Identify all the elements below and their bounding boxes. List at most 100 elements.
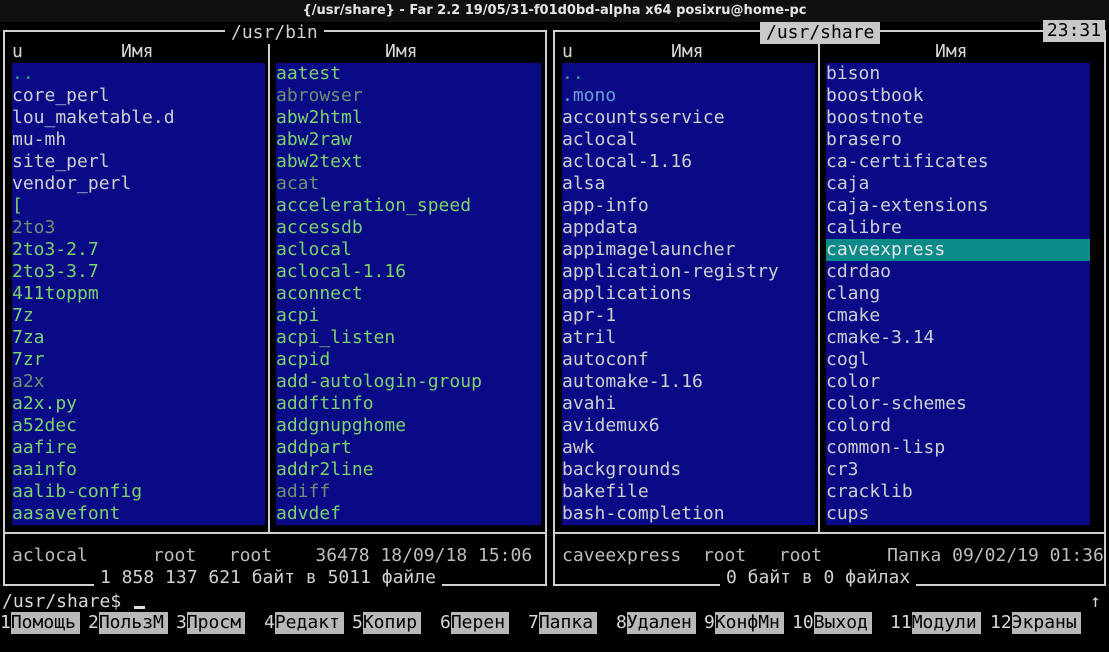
right-col-mark-header[interactable]: u <box>562 41 573 63</box>
file-list-item[interactable]: appimagelauncher <box>562 239 815 261</box>
file-list-item[interactable]: apr-1 <box>562 305 815 327</box>
file-list-item[interactable]: aclocal <box>276 239 541 261</box>
scroll-up-arrow-icon[interactable]: ↑ <box>1090 591 1101 613</box>
fkey-10[interactable]: 10 Выход <box>792 612 872 634</box>
file-list-item[interactable]: aclocal <box>562 129 815 151</box>
file-list-item[interactable]: caja-extensions <box>826 195 1090 217</box>
file-list-item[interactable]: acpi_listen <box>276 327 541 349</box>
file-list-item[interactable]: aasavefont <box>12 503 265 525</box>
file-list-item[interactable]: cdrdao <box>826 261 1090 283</box>
right-col1-name-header[interactable]: Имя <box>671 41 704 63</box>
file-list-item[interactable]: brasero <box>826 129 1090 151</box>
file-list-item[interactable]: accountsservice <box>562 107 815 129</box>
file-list-item[interactable]: application-registry <box>562 261 815 283</box>
file-list-item[interactable]: cmake-3.14 <box>826 327 1090 349</box>
file-list-item[interactable]: app-info <box>562 195 815 217</box>
fkey-11[interactable]: 11 Модули <box>890 612 981 634</box>
file-list-item[interactable]: site_perl <box>12 151 265 173</box>
file-list-item[interactable]: appdata <box>562 217 815 239</box>
file-list-item[interactable]: aclocal-1.16 <box>276 261 541 283</box>
file-list-item[interactable]: a2x <box>12 371 265 393</box>
file-list-item[interactable]: 7z <box>12 305 265 327</box>
file-list-item[interactable]: backgrounds <box>562 459 815 481</box>
file-list-item[interactable]: color-schemes <box>826 393 1090 415</box>
file-list-item[interactable]: 411toppm <box>12 283 265 305</box>
fkey-6[interactable]: 6 Перен <box>440 612 510 634</box>
fkey-3[interactable]: 3 Просм <box>176 612 246 634</box>
file-list-item[interactable]: addftinfo <box>276 393 541 415</box>
file-list-item[interactable]: boostbook <box>826 85 1090 107</box>
file-list-item[interactable]: colord <box>826 415 1090 437</box>
file-list-item[interactable]: common-lisp <box>826 437 1090 459</box>
file-list-item[interactable]: aatest <box>276 63 541 85</box>
file-list-item[interactable]: aclocal-1.16 <box>562 151 815 173</box>
file-list-item[interactable]: avidemux6 <box>562 415 815 437</box>
file-list-item[interactable]: caja <box>826 173 1090 195</box>
file-list-item[interactable]: addpart <box>276 437 541 459</box>
file-list-item[interactable]: 2to3-3.7 <box>12 261 265 283</box>
file-list-item[interactable]: 7za <box>12 327 265 349</box>
file-list-item[interactable]: caveexpress <box>826 239 1090 261</box>
file-list-item[interactable]: applications <box>562 283 815 305</box>
file-list-item[interactable]: color <box>826 371 1090 393</box>
file-list-item[interactable]: alsa <box>562 173 815 195</box>
fkey-8[interactable]: 8 Удален <box>616 612 696 634</box>
file-list-item[interactable]: autoconf <box>562 349 815 371</box>
file-list-item[interactable]: core_perl <box>12 85 265 107</box>
parent-dir-entry[interactable]: .. <box>562 63 815 85</box>
command-line[interactable]: /usr/share$ ↑ <box>0 591 1109 613</box>
file-list-item[interactable]: cr3 <box>826 459 1090 481</box>
file-list-item[interactable]: aalib-config <box>12 481 265 503</box>
left-panel-path[interactable]: /usr/bin <box>225 22 324 44</box>
right-panel-path[interactable]: /usr/share <box>760 22 881 44</box>
fkey-4[interactable]: 4 Редакт <box>264 612 344 634</box>
file-list-item[interactable]: bison <box>826 63 1090 85</box>
fkey-9[interactable]: 9 КонфМн <box>704 612 784 634</box>
right-col2-name-header[interactable]: Имя <box>935 41 968 63</box>
file-list-item[interactable]: cracklib <box>826 481 1090 503</box>
file-list-item[interactable]: awk <box>562 437 815 459</box>
file-list-item[interactable]: aconnect <box>276 283 541 305</box>
file-list-item[interactable]: acceleration_speed <box>276 195 541 217</box>
file-list-item[interactable]: abrowser <box>276 85 541 107</box>
file-list-item[interactable]: clang <box>826 283 1090 305</box>
file-list-item[interactable]: vendor_perl <box>12 173 265 195</box>
file-list-item[interactable]: advdef <box>276 503 541 525</box>
fkey-7[interactable]: 7 Папка <box>528 612 598 634</box>
left-panel[interactable]: /usr/bin u Имя Имя .. core_perl lou_maketa… <box>0 22 550 592</box>
left-col-mark-header[interactable]: u <box>12 41 23 63</box>
file-list-item[interactable]: abw2text <box>276 151 541 173</box>
file-list-item[interactable]: boostnote <box>826 107 1090 129</box>
file-list-item[interactable]: 7zr <box>12 349 265 371</box>
parent-dir-entry[interactable]: .. <box>12 63 265 85</box>
file-list-item[interactable]: atril <box>562 327 815 349</box>
file-list-item[interactable]: aafire <box>12 437 265 459</box>
file-list-item[interactable]: abw2raw <box>276 129 541 151</box>
fkey-12[interactable]: 12 Экраны <box>990 612 1081 634</box>
left-col1-name-header[interactable]: Имя <box>121 41 154 63</box>
fkey-5[interactable]: 5 Копир <box>352 612 422 634</box>
fkey-1[interactable]: 1 Помощь <box>0 612 80 634</box>
file-list-item[interactable]: adiff <box>276 481 541 503</box>
file-list-item[interactable]: acpi <box>276 305 541 327</box>
file-list-item[interactable]: accessdb <box>276 217 541 239</box>
file-list-item[interactable]: cups <box>826 503 1090 525</box>
file-list-item[interactable]: cmake <box>826 305 1090 327</box>
file-list-item[interactable]: a52dec <box>12 415 265 437</box>
file-list-item[interactable]: mu-mh <box>12 129 265 151</box>
file-list-item[interactable]: bakefile <box>562 481 815 503</box>
file-list-item[interactable]: 2to3 <box>12 217 265 239</box>
file-list-item[interactable]: abw2html <box>276 107 541 129</box>
file-list-item[interactable]: acpid <box>276 349 541 371</box>
file-list-item[interactable]: [ <box>12 195 265 217</box>
file-list-item[interactable]: avahi <box>562 393 815 415</box>
file-list-item[interactable]: bash-completion <box>562 503 815 525</box>
file-list-item[interactable]: calibre <box>826 217 1090 239</box>
file-list-item[interactable]: lou_maketable.d <box>12 107 265 129</box>
file-list-item[interactable]: addgnupghome <box>276 415 541 437</box>
right-panel[interactable]: /usr/share u Имя Имя .. .mono accountsserv… <box>550 22 1109 592</box>
file-list-item[interactable]: ca-certificates <box>826 151 1090 173</box>
file-list-item[interactable]: 2to3-2.7 <box>12 239 265 261</box>
fkey-2[interactable]: 2 ПользМ <box>88 612 168 634</box>
file-list-item[interactable]: automake-1.16 <box>562 371 815 393</box>
